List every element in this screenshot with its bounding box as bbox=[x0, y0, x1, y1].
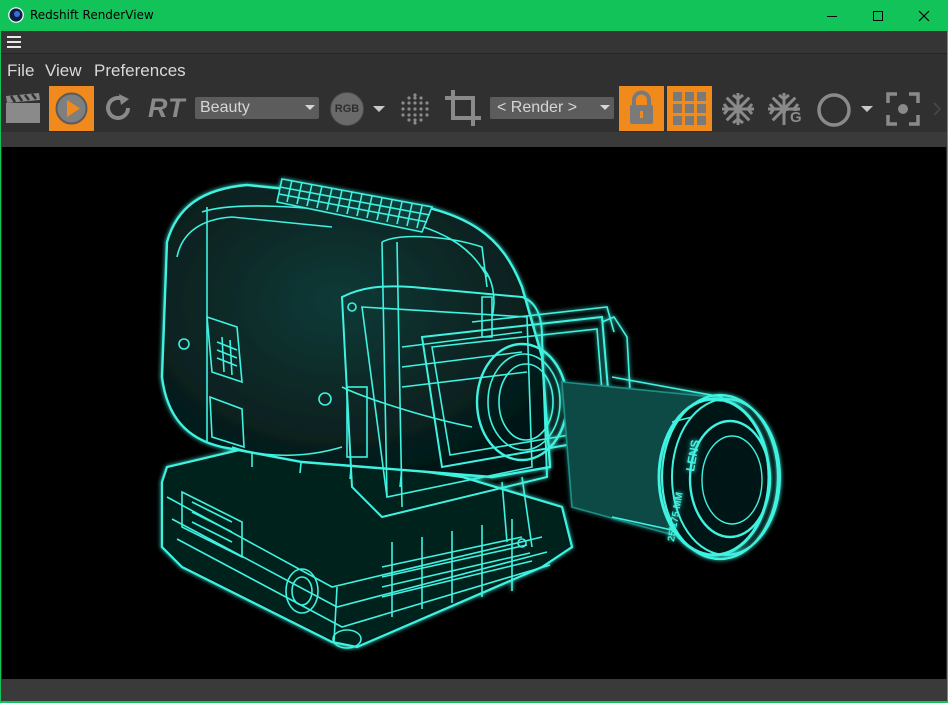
crop-icon[interactable] bbox=[444, 89, 482, 127]
camera-dropdown-value: < Render > bbox=[497, 99, 578, 116]
circle-dropdown-arrow-icon[interactable] bbox=[860, 105, 874, 113]
focus-icon[interactable] bbox=[885, 91, 921, 127]
status-bar bbox=[0, 679, 948, 701]
chevron-down-icon bbox=[305, 105, 315, 110]
dots-grid-icon[interactable] bbox=[398, 92, 432, 126]
menu-bar: File View Preferences bbox=[0, 54, 948, 84]
clapperboard-icon[interactable] bbox=[5, 92, 41, 124]
global-freeze-button[interactable]: G bbox=[766, 91, 804, 127]
toolbar: RT Beauty RGB < Render > G bbox=[0, 84, 948, 132]
panel-menu-row bbox=[0, 31, 948, 54]
aov-dropdown[interactable]: Beauty bbox=[195, 97, 319, 119]
title-bar[interactable]: Redshift RenderView bbox=[0, 0, 948, 31]
xray-camera-render: LENS 25/175 MM bbox=[160, 178, 781, 649]
lock-button[interactable] bbox=[619, 86, 664, 131]
minimize-icon bbox=[827, 15, 837, 17]
window-title: Redshift RenderView bbox=[30, 8, 154, 22]
refresh-icon[interactable] bbox=[104, 93, 134, 123]
play-icon bbox=[55, 92, 88, 125]
rt-icon[interactable]: RT bbox=[148, 93, 186, 123]
toolbar-separator bbox=[0, 132, 948, 147]
camera-dropdown[interactable]: < Render > bbox=[490, 97, 614, 119]
close-icon bbox=[918, 10, 930, 21]
close-button[interactable] bbox=[901, 0, 947, 31]
minimize-button[interactable] bbox=[809, 0, 855, 31]
snowflake-icon[interactable] bbox=[720, 91, 756, 127]
render-play-button[interactable] bbox=[49, 86, 94, 131]
menu-view[interactable]: View bbox=[45, 62, 82, 80]
rgb-dropdown-arrow-icon[interactable] bbox=[372, 105, 386, 113]
rgb-channel-button[interactable]: RGB bbox=[330, 92, 364, 126]
maximize-button[interactable] bbox=[855, 0, 901, 31]
grid-icon bbox=[673, 92, 706, 125]
maximize-icon bbox=[873, 10, 883, 21]
render-viewport[interactable]: LENS 25/175 MM bbox=[2, 147, 946, 679]
grid-overlay-button[interactable] bbox=[667, 86, 712, 131]
menu-file[interactable]: File bbox=[7, 62, 34, 80]
window-frame-left bbox=[0, 31, 1, 703]
chevron-down-icon bbox=[600, 105, 610, 110]
hamburger-menu-icon[interactable] bbox=[7, 36, 21, 48]
cinema4d-app-icon bbox=[8, 7, 24, 23]
aov-dropdown-value: Beauty bbox=[200, 99, 250, 116]
lock-icon bbox=[630, 90, 653, 124]
circle-icon[interactable] bbox=[816, 92, 852, 128]
snowflake-g-label: G bbox=[790, 109, 802, 126]
rgb-icon: RGB bbox=[334, 103, 360, 115]
menu-preferences[interactable]: Preferences bbox=[94, 62, 186, 80]
chevron-right-icon[interactable] bbox=[932, 102, 942, 116]
